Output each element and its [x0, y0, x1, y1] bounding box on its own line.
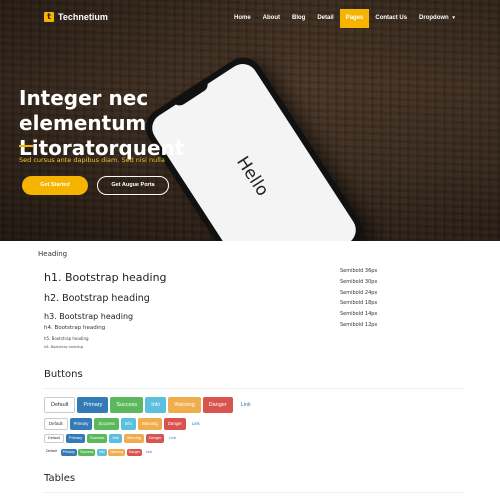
info-button[interactable]: Info	[120, 418, 136, 430]
heading-section-label: Heading	[38, 250, 68, 258]
size-label: Semibold 18px	[340, 300, 378, 307]
hero-divider	[19, 145, 33, 147]
primary-button[interactable]: Primary	[69, 418, 93, 430]
primary-button[interactable]: Primary	[60, 449, 77, 456]
warning-button[interactable]: Warning	[168, 397, 201, 413]
link-button[interactable]: Link	[166, 434, 179, 443]
buttons-section-title: Buttons	[44, 369, 83, 380]
h6-sample: h6. Bootstrap heading	[44, 345, 83, 349]
hero-banner: Hello t Technetium Home About Blog Detai…	[0, 0, 500, 241]
get-started-button[interactable]: Get Started	[22, 176, 88, 195]
default-button[interactable]: Default	[44, 397, 76, 413]
success-button[interactable]: Success	[110, 397, 144, 413]
warning-button[interactable]: Warning	[137, 418, 162, 430]
main-nav: Home About Blog Detail Pages Contact Us …	[228, 9, 461, 28]
button-row-small: Default Primary Success Info Warning Dan…	[44, 434, 181, 443]
warning-button[interactable]: Warning	[123, 434, 144, 443]
nav-dropdown-label: Dropdown	[419, 15, 449, 21]
logo-mark-icon: t	[44, 12, 54, 22]
button-row-xsmall: Default Primary Success Info Warning Dan…	[44, 449, 156, 456]
info-button[interactable]: Info	[109, 434, 122, 443]
h2-sample: h2. Bootstrap heading	[44, 293, 150, 304]
h5-sample: h5. Bootstrap heading	[44, 336, 89, 341]
link-button[interactable]: Link	[235, 397, 257, 413]
brand-name: Technetium	[58, 12, 108, 22]
hero-title: Integer nec elementum Litoratorquent	[19, 86, 279, 161]
h4-sample: h4. Bootstrap heading	[44, 325, 106, 331]
info-button[interactable]: Info	[96, 449, 107, 456]
success-button[interactable]: Success	[78, 449, 96, 456]
section-divider	[44, 492, 464, 493]
chevron-down-icon: ▾	[452, 15, 455, 21]
nav-item-contact[interactable]: Contact Us	[369, 9, 413, 28]
button-row-medium: Default Primary Success Info Warning Dan…	[44, 418, 206, 430]
nav-item-home[interactable]: Home	[228, 9, 257, 28]
danger-button[interactable]: Danger	[126, 449, 143, 456]
h1-sample: h1. Bootstrap heading	[44, 271, 167, 284]
brand-logo[interactable]: t Technetium	[44, 12, 108, 22]
font-size-list: Semibold 36px Semibold 30px Semibold 24p…	[340, 266, 377, 331]
nav-item-about[interactable]: About	[257, 9, 286, 28]
info-button[interactable]: Info	[145, 397, 167, 413]
size-label: Semibold 30px	[340, 278, 378, 285]
danger-button[interactable]: Danger	[163, 418, 186, 430]
primary-button[interactable]: Primary	[66, 434, 86, 443]
default-button[interactable]: Default	[44, 418, 68, 430]
nav-item-detail[interactable]: Detail	[311, 9, 339, 28]
size-label: Semibold 12px	[340, 321, 378, 328]
success-button[interactable]: Success	[94, 418, 119, 430]
get-augue-porta-button[interactable]: Get Augue Porta	[97, 176, 169, 195]
primary-button[interactable]: Primary	[77, 397, 109, 413]
size-label: Semibold 36px	[340, 268, 378, 274]
danger-button[interactable]: Danger	[202, 397, 233, 413]
nav-item-blog[interactable]: Blog	[286, 9, 311, 28]
section-divider	[44, 388, 464, 389]
danger-button[interactable]: Danger	[145, 434, 165, 443]
link-button[interactable]: Link	[188, 418, 204, 430]
link-button[interactable]: Link	[144, 449, 154, 456]
tables-section-title: Tables	[44, 473, 76, 484]
size-label: Semibold 14px	[340, 311, 378, 318]
default-button[interactable]: Default	[44, 449, 60, 456]
hero-subtitle: Sed cursus ante dapibus diam. Sed nisi n…	[19, 156, 165, 164]
page: Hello t Technetium Home About Blog Detai…	[0, 0, 500, 500]
h3-sample: h3. Bootstrap heading	[44, 312, 134, 321]
size-label: Semibold 24px	[340, 289, 378, 296]
hero-title-line-1: Integer nec elementum	[19, 86, 149, 135]
success-button[interactable]: Success	[87, 434, 108, 443]
nav-item-dropdown[interactable]: Dropdown ▾	[413, 9, 461, 28]
default-button[interactable]: Default	[44, 434, 65, 443]
nav-item-pages[interactable]: Pages	[339, 9, 370, 28]
button-row-large: Default Primary Success Info Warning Dan…	[44, 397, 259, 413]
warning-button[interactable]: Warning	[108, 449, 126, 456]
